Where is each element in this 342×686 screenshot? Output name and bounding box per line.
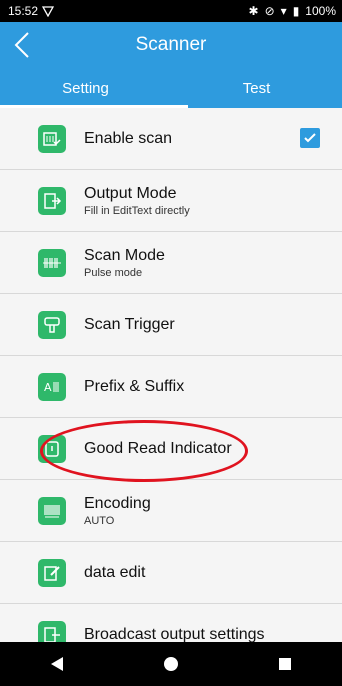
status-time: 15:52 bbox=[8, 4, 39, 18]
scan-mode-icon bbox=[38, 248, 66, 277]
edit-icon bbox=[38, 558, 66, 587]
circle-home-icon bbox=[164, 657, 178, 671]
list-item-enable-scan[interactable]: Enable scan bbox=[0, 108, 342, 170]
triangle-back-icon bbox=[51, 657, 63, 671]
list-item-encoding[interactable]: Encoding AUTO bbox=[0, 480, 342, 542]
checkmark-icon bbox=[304, 133, 316, 143]
item-label: Output Mode bbox=[84, 184, 177, 202]
list-item-data-edit[interactable]: data edit bbox=[0, 542, 342, 604]
list-item-broadcast-output[interactable]: Broadcast output settings bbox=[0, 604, 342, 642]
nav-recents-button[interactable] bbox=[265, 649, 305, 679]
item-sublabel: AUTO bbox=[84, 514, 115, 527]
system-nav-bar bbox=[0, 642, 342, 686]
trigger-icon bbox=[38, 310, 66, 339]
enable-scan-checkbox[interactable] bbox=[300, 128, 320, 148]
battery-level: 100% bbox=[305, 4, 336, 18]
broadcast-icon bbox=[38, 620, 66, 642]
item-sublabel: Pulse mode bbox=[84, 266, 143, 279]
tab-test[interactable]: Test bbox=[171, 68, 342, 108]
app-bar: Scanner bbox=[0, 22, 342, 68]
output-icon bbox=[38, 186, 66, 215]
vpn-icon bbox=[42, 6, 55, 17]
item-label: Broadcast output settings bbox=[84, 625, 265, 643]
scan-enable-icon bbox=[38, 124, 66, 153]
battery-icon: ▮ bbox=[292, 4, 300, 18]
item-label: data edit bbox=[84, 563, 146, 581]
wifi-icon: ▾ bbox=[280, 4, 287, 18]
tab-bar: Setting Test bbox=[0, 68, 342, 108]
back-arrow-icon[interactable] bbox=[10, 30, 36, 60]
item-label: Scan Trigger bbox=[84, 315, 175, 333]
settings-list[interactable]: Enable scan Output Mode Fill in EditText… bbox=[0, 108, 342, 642]
item-sublabel: Fill in EditText directly bbox=[84, 204, 190, 217]
list-item-prefix-suffix[interactable]: A Prefix & Suffix bbox=[0, 356, 342, 418]
item-label: Prefix & Suffix bbox=[84, 377, 185, 395]
nav-back-button[interactable] bbox=[37, 649, 77, 679]
square-recents-icon bbox=[279, 658, 291, 670]
barcode-icon bbox=[38, 496, 66, 525]
list-item-scan-mode[interactable]: Scan Mode Pulse mode bbox=[0, 232, 342, 294]
red-circle-annotation bbox=[40, 420, 248, 482]
item-label: Encoding bbox=[84, 494, 151, 512]
status-bar: 15:52 ✱ ⊘ ▾ ▮ 100% bbox=[0, 0, 342, 22]
list-item-output-mode[interactable]: Output Mode Fill in EditText directly bbox=[0, 170, 342, 232]
item-label: Scan Mode bbox=[84, 246, 165, 264]
svg-text:A: A bbox=[44, 381, 52, 394]
bluetooth-icon: ✱ bbox=[248, 4, 259, 18]
item-label: Enable scan bbox=[84, 129, 173, 147]
prefix-icon: A bbox=[38, 372, 66, 401]
nav-home-button[interactable] bbox=[151, 649, 191, 679]
mute-icon: ⊘ bbox=[264, 4, 275, 18]
list-item-scan-trigger[interactable]: Scan Trigger bbox=[0, 294, 342, 356]
page-title: Scanner bbox=[135, 34, 207, 55]
tab-setting[interactable]: Setting bbox=[0, 68, 171, 108]
